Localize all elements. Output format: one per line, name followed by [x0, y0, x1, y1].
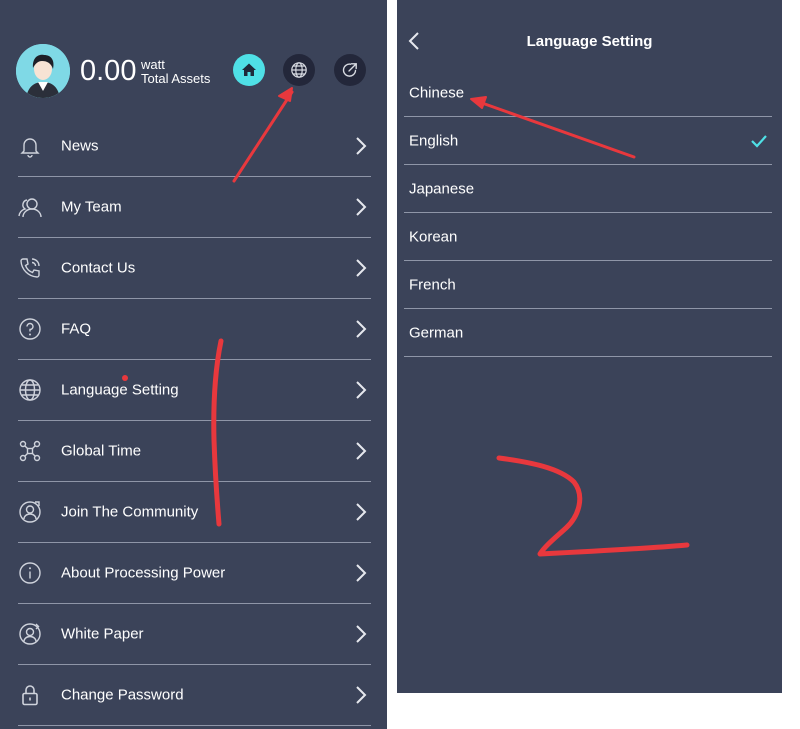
chevron-right-icon	[356, 320, 367, 338]
bell-icon	[20, 138, 40, 158]
language-option-japanese[interactable]: Japanese	[404, 165, 772, 213]
language-label: Korean	[409, 228, 458, 245]
menu-item-contact-us[interactable]: Contact Us	[18, 238, 371, 299]
menu-item-label: Language Setting	[61, 381, 179, 399]
chevron-right-icon	[356, 686, 367, 704]
menu-item-about-processing-power[interactable]: About Processing Power	[18, 543, 371, 604]
team-icon	[18, 198, 42, 218]
annotation-dot	[122, 375, 128, 381]
menu-item-my-team[interactable]: My Team	[18, 177, 371, 238]
chevron-right-icon	[356, 625, 367, 643]
share-button[interactable]	[334, 54, 366, 86]
avatar-icon	[16, 44, 70, 98]
page-title: Language Setting	[526, 33, 653, 50]
menu-item-join-community[interactable]: Join The Community	[18, 482, 371, 543]
menu-item-label: FAQ	[61, 320, 92, 338]
home-icon	[242, 63, 256, 76]
total-assets-label: Total Assets	[141, 71, 211, 86]
language-option-german[interactable]: German	[404, 309, 772, 357]
home-button[interactable]	[233, 54, 265, 86]
menu-item-label: White Paper	[61, 625, 144, 643]
menu-item-label: Contact Us	[61, 259, 136, 277]
phone-icon	[20, 258, 40, 278]
language-label: German	[409, 324, 464, 341]
menu-item-change-password[interactable]: Change Password	[18, 665, 371, 726]
language-setting-panel: Language Setting Chinese English Japanes…	[397, 0, 782, 693]
avatar[interactable]	[16, 44, 70, 98]
chevron-right-icon	[356, 198, 367, 216]
chevron-right-icon	[356, 381, 367, 399]
network-icon	[19, 440, 41, 462]
menu-item-faq[interactable]: FAQ	[18, 299, 371, 360]
menu-item-language-setting[interactable]: Language Setting	[18, 360, 371, 421]
chevron-right-icon	[356, 259, 367, 277]
share-icon	[342, 63, 357, 77]
menu-panel: 0.00 watt Total Assets News My Team Cont…	[0, 0, 387, 729]
menu-item-label: My Team	[61, 198, 122, 216]
assets-unit: watt	[141, 57, 165, 72]
chevron-right-icon	[356, 442, 367, 460]
menu-item-label: Global Time	[61, 442, 142, 460]
menu-item-global-time[interactable]: Global Time	[18, 421, 371, 482]
menu-item-label: Change Password	[61, 686, 184, 704]
language-label: French	[409, 276, 456, 293]
paper-icon	[19, 623, 41, 645]
checkmark-icon	[751, 134, 767, 148]
chevron-right-icon	[356, 564, 367, 582]
language-option-french[interactable]: French	[404, 261, 772, 309]
language-option-english[interactable]: English	[404, 117, 772, 165]
chevron-right-icon	[356, 503, 367, 521]
menu-item-white-paper[interactable]: White Paper	[18, 604, 371, 665]
language-option-chinese[interactable]: Chinese	[404, 69, 772, 117]
language-option-korean[interactable]: Korean	[404, 213, 772, 261]
globe-icon	[19, 379, 41, 401]
info-icon	[19, 562, 41, 584]
language-label: English	[409, 132, 459, 149]
chevron-right-icon	[356, 137, 367, 155]
menu-item-news[interactable]: News	[18, 116, 371, 177]
total-assets-value: 0.00	[80, 55, 137, 87]
lock-icon	[22, 685, 38, 706]
menu-item-label: News	[61, 137, 99, 155]
language-button[interactable]	[283, 54, 315, 86]
question-icon	[19, 318, 41, 340]
menu-item-label: Join The Community	[61, 503, 199, 521]
menu-item-label: About Processing Power	[61, 564, 226, 582]
language-label: Chinese	[409, 84, 465, 101]
community-icon	[19, 501, 41, 523]
globe-icon	[291, 62, 307, 78]
language-label: Japanese	[409, 180, 475, 197]
